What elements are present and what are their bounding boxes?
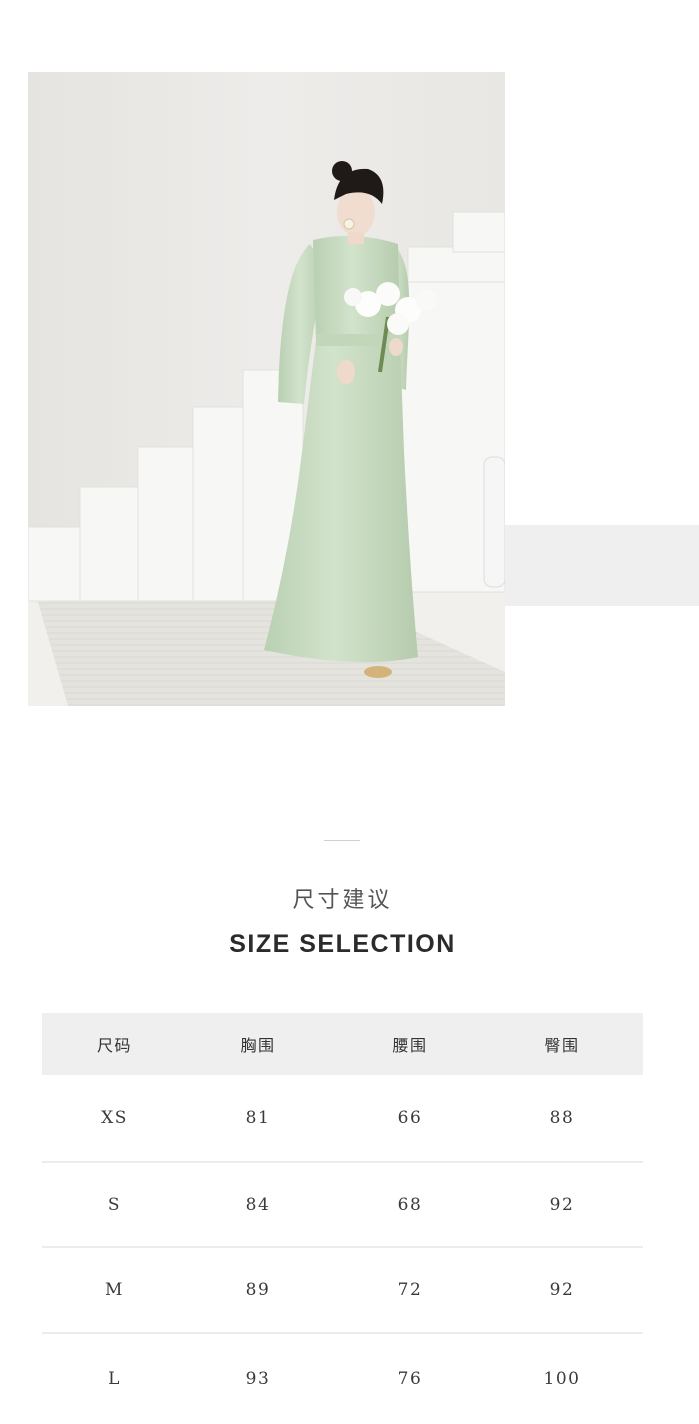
product-photo-illustration: [28, 72, 505, 706]
header-bust: 胸围: [240, 1036, 276, 1055]
section-title-cn: 尺寸建议: [292, 888, 393, 913]
waist-cell: 76: [397, 1369, 423, 1389]
size-table: 尺码 胸围 腰围 臀围 XS 81 66 88 S 84 68 92 M 89 …: [42, 1013, 643, 1424]
header-waist: 腰围: [392, 1036, 428, 1055]
header-size: 尺码: [96, 1036, 132, 1055]
bust-cell: 93: [245, 1369, 271, 1389]
bust-cell: 89: [245, 1280, 271, 1300]
size-cell: L: [108, 1369, 121, 1389]
bust-cell: 81: [245, 1108, 271, 1128]
table-row: S 84 68 92: [42, 1163, 643, 1248]
table-row: L 93 76 100: [42, 1334, 643, 1424]
table-header-row: 尺码 胸围 腰围 臀围: [42, 1013, 643, 1075]
product-photo: [28, 72, 505, 706]
waist-cell: 66: [397, 1108, 423, 1128]
hip-cell: 100: [543, 1369, 581, 1389]
title-divider: [324, 840, 360, 841]
header-hip: 臀围: [544, 1036, 580, 1055]
bust-cell: 84: [245, 1194, 271, 1215]
section-title-en: SIZE SELECTION: [229, 930, 456, 958]
size-cell: XS: [101, 1108, 128, 1128]
table-row: M 89 72 92: [42, 1248, 643, 1334]
size-cell: S: [107, 1194, 122, 1215]
waist-cell: 72: [397, 1280, 423, 1300]
decorative-gray-block: [505, 525, 699, 606]
hip-cell: 88: [549, 1108, 575, 1128]
table-row: XS 81 66 88: [42, 1075, 643, 1163]
hip-cell: 92: [549, 1194, 575, 1215]
waist-cell: 68: [397, 1194, 423, 1215]
size-cell: M: [105, 1280, 124, 1300]
hip-cell: 92: [549, 1280, 575, 1300]
